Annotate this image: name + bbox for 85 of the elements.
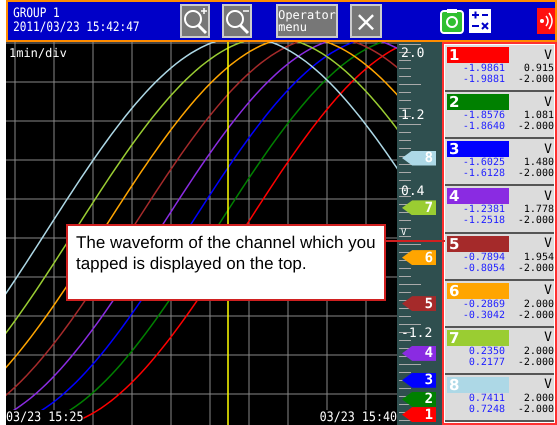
max-value: 1.480 [522, 157, 554, 168]
close-button[interactable]: × [350, 4, 382, 38]
unit-label: V [544, 142, 553, 157]
channel-marker: 7 [402, 200, 436, 216]
channel-number: 6 [447, 282, 509, 299]
channel-value: -1.9861 [462, 63, 505, 74]
channel-row[interactable]: 1 V -1.9861 0.915 -1.9881 -2.000 [445, 45, 554, 92]
channel-number: 2 [447, 94, 509, 110]
scale-label: -1.2 [401, 326, 432, 341]
channel-value: 0.7248 [468, 404, 505, 415]
channel-row[interactable]: 6 V -0.2869 2.000 -0.3042 -2.000 [445, 280, 554, 328]
channel-value: -1.2518 [462, 215, 505, 226]
alarm-icon[interactable] [537, 8, 555, 34]
channel-row[interactable]: 8 V 0.7411 2.000 0.7248 -2.000 [445, 374, 554, 422]
min-value: -2.000 [516, 262, 554, 274]
channel-number: 3 [447, 141, 509, 158]
min-value: -2.000 [516, 356, 554, 368]
channel-value: 0.2350 [468, 346, 505, 357]
channel-marker: 8 [402, 150, 436, 166]
max-value: 2.000 [522, 298, 554, 310]
unit-label: V [544, 377, 553, 392]
min-value: -2.000 [516, 404, 554, 415]
channel-row[interactable]: 3 V -1.6025 1.480 -1.6128 -2.000 [445, 139, 554, 186]
min-value: -2.000 [516, 310, 554, 321]
min-value: -2.000 [516, 215, 554, 226]
zoom-in-button[interactable] [180, 4, 210, 38]
max-value: 1.954 [522, 252, 554, 262]
channel-row[interactable]: 2 V -1.8576 1.081 -1.8640 -2.000 [445, 92, 554, 140]
unit-label: V [544, 188, 553, 204]
scale-label: 0.4 [401, 184, 424, 199]
channel-row[interactable]: 5 V -0.7894 1.954 -0.8054 -2.000 [445, 234, 554, 281]
channel-value: -1.9881 [462, 74, 505, 85]
channel-value: -1.8576 [462, 110, 505, 122]
group-name: GROUP 1 [13, 7, 61, 21]
channel-value: -0.3042 [462, 310, 505, 321]
zoom-out-button[interactable] [222, 4, 252, 38]
channel-number: 8 [447, 376, 509, 393]
channel-value: -0.7894 [462, 252, 505, 262]
max-value: 2.000 [522, 346, 554, 357]
channel-row[interactable]: 4 V -1.2381 1.778 -1.2518 -2.000 [445, 186, 554, 234]
start-time-label: 03/23 15:25 [6, 410, 84, 425]
time-division-label: 1min/div [9, 46, 67, 60]
channel-number: 4 [447, 188, 509, 204]
unit-label: V [544, 330, 553, 346]
channel-value: -0.8054 [462, 262, 505, 274]
scale-label: V [401, 228, 406, 238]
channel-number: 5 [447, 236, 509, 252]
channel-value: -0.2869 [462, 298, 505, 310]
operator-menu-button[interactable]: Operator menu [276, 4, 338, 38]
calculator-icon[interactable] [468, 8, 492, 34]
unit-label: V [544, 236, 553, 251]
min-value: -2.000 [516, 74, 554, 85]
channel-row[interactable]: 7 V 0.2350 2.000 0.2177 -2.000 [445, 328, 554, 375]
callout-text: The waveform of the channel which you tapped is displayed on the top. [66, 224, 386, 301]
min-value: -2.000 [516, 121, 554, 132]
channel-marker: 1 [402, 407, 436, 422]
max-value: 0.915 [522, 63, 554, 74]
channel-marker: 3 [402, 372, 436, 388]
channel-marker: 6 [402, 250, 436, 266]
unit-label: V [544, 48, 553, 62]
leader-line [385, 240, 445, 242]
snapshot-icon[interactable] [440, 8, 464, 34]
channel-value: -1.6128 [462, 168, 505, 180]
channel-value: -1.2381 [462, 204, 505, 216]
date-time: 2011/03/23 15:42:47 [13, 21, 140, 35]
channel-value: -1.6025 [462, 157, 505, 168]
scale-label: 2.0 [401, 46, 424, 61]
channel-value: 0.7411 [468, 392, 505, 404]
zoom-in-icon [182, 7, 208, 35]
unit-label: V [544, 283, 553, 298]
channel-value: -1.8640 [462, 121, 505, 132]
channel-value: 0.2177 [468, 356, 505, 368]
max-value: 1.778 [522, 204, 554, 216]
channel-number: 1 [447, 47, 509, 63]
min-value: -2.000 [516, 168, 554, 180]
channel-marker: 4 [402, 346, 436, 361]
channel-number: 7 [447, 330, 509, 346]
zoom-out-icon [224, 7, 250, 35]
scale-label: 1.2 [401, 108, 424, 123]
unit-label: V [544, 94, 553, 110]
max-value: 1.081 [522, 110, 554, 122]
end-time-label: 03/23 15:40 [320, 410, 397, 425]
max-value: 2.000 [522, 392, 554, 404]
channel-marker: 2 [402, 392, 436, 407]
channel-marker: 5 [402, 296, 436, 312]
